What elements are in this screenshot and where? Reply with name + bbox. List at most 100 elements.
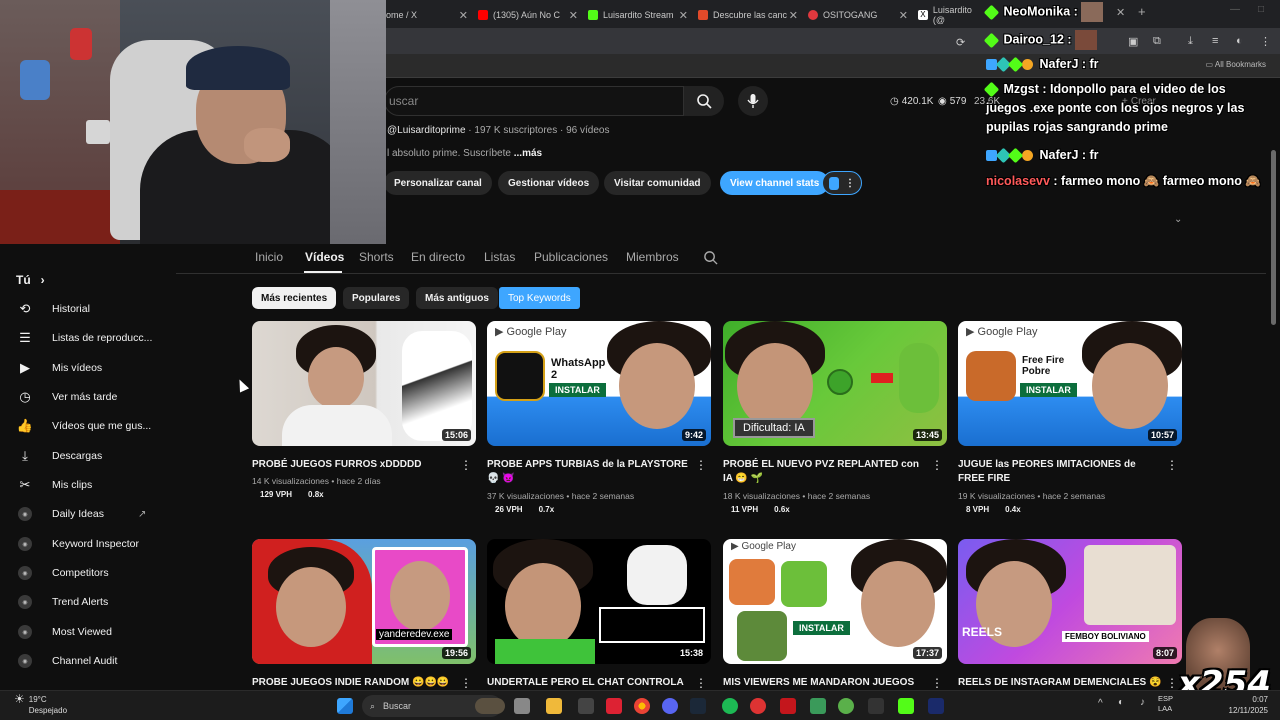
close-icon[interactable]: ✕ <box>569 9 578 22</box>
sun-icon: ☀ <box>14 692 25 706</box>
search-button[interactable] <box>684 86 724 116</box>
video-thumbnail[interactable]: 15:38 <box>487 539 711 664</box>
video-title[interactable]: MIS VIEWERS ME MANDARON JUEGOS <box>723 676 928 690</box>
sidebar-item-trend-alerts[interactable]: ◉ Trend Alerts <box>16 591 166 613</box>
close-icon[interactable]: ✕ <box>679 9 688 22</box>
tab-shorts[interactable]: Shorts <box>359 250 394 264</box>
manage-videos-button[interactable]: Gestionar vídeos <box>498 171 600 195</box>
sidebar-item-liked[interactable]: 👍 Vídeos que me gus... <box>16 415 166 437</box>
task-view-icon[interactable] <box>514 698 530 714</box>
clock[interactable]: 0:07 12/11/2025 <box>1229 694 1268 716</box>
video-thumbnail[interactable]: Dificultad: IA 13:45 <box>723 321 947 446</box>
filter-oldest[interactable]: Más antiguos <box>416 287 498 309</box>
channel-tabs: Inicio Vídeos Shorts En directo Listas P… <box>0 244 1280 272</box>
app-icon[interactable] <box>810 698 826 714</box>
browser-tab[interactable]: ome / X ✕ <box>380 4 468 26</box>
spotify-icon[interactable] <box>722 698 738 714</box>
sidebar-item-downloads[interactable]: ⤓ Descargas <box>16 445 166 467</box>
app-icon[interactable] <box>606 698 622 714</box>
voice-search-button[interactable] <box>738 86 768 116</box>
windows-start-icon[interactable] <box>337 698 353 714</box>
browser-tab[interactable]: Descubre las canc ✕ <box>692 4 798 26</box>
filter-top-keywords[interactable]: Top Keywords <box>499 287 580 309</box>
photoshop-icon[interactable] <box>928 698 944 714</box>
sidebar-item-most-viewed[interactable]: ◉ Most Viewed <box>16 621 166 643</box>
browser-tab[interactable]: X Luisardito (@ <box>912 4 986 26</box>
customize-channel-button[interactable]: Personalizar canal <box>384 171 492 195</box>
more-vert-icon[interactable]: ⋮ <box>695 458 707 472</box>
video-title[interactable]: REELS DE INSTAGRAM DEMENCIALES 😵 <box>958 676 1163 690</box>
search-input[interactable]: uscar <box>384 86 684 116</box>
sidebar: Tú › ⟲ Historial ☰ Listas de reproducc... … <box>0 244 176 690</box>
sidebar-item-history[interactable]: ⟲ Historial <box>16 298 166 320</box>
sidebar-item-competitors[interactable]: ◉ Competitors <box>16 562 166 584</box>
tab-videos[interactable]: Vídeos <box>305 250 344 264</box>
sidebar-item-channel-audit[interactable]: ◉ Channel Audit <box>16 650 166 672</box>
video-title[interactable]: JUGUE las PEORES IMITACIONES de FREE FIR… <box>958 458 1163 486</box>
tab-inicio[interactable]: Inicio <box>255 250 283 264</box>
weather-widget[interactable]: ☀ 19°C Despejado <box>14 692 67 716</box>
video-thumbnail[interactable]: 15:06 <box>252 321 476 446</box>
sidebar-item-keyword-inspector[interactable]: ◉ Keyword Inspector <box>16 533 166 555</box>
close-icon[interactable]: ✕ <box>789 9 798 22</box>
filter-popular[interactable]: Populares <box>343 287 410 309</box>
widget-icon[interactable] <box>475 698 505 714</box>
sidebar-item-clips[interactable]: ✂ Mis clips <box>16 474 166 496</box>
more-vert-icon[interactable]: ⋮ <box>931 676 943 690</box>
filter-recent[interactable]: Más recientes <box>252 287 337 309</box>
scrollbar-thumb[interactable] <box>1271 150 1276 325</box>
video-title[interactable]: PROBE APPS TURBIAS de la PLAYSTORE 💀 👿 <box>487 458 692 486</box>
sidebar-item-daily-ideas[interactable]: ◉ Daily Ideas ↗ <box>16 503 166 525</box>
more-vert-icon[interactable]: ⋮ <box>460 676 472 690</box>
sidebar-item-watch-later[interactable]: ◷ Ver más tarde <box>16 386 166 408</box>
file-explorer-icon[interactable] <box>546 698 562 714</box>
more-vert-icon[interactable]: ⋮ <box>1166 458 1178 472</box>
chevron-down-icon[interactable]: ⌄ <box>1174 214 1182 225</box>
browser-tab[interactable]: OSITOGANG ✕ <box>802 4 908 26</box>
video-title[interactable]: PROBE JUEGOS INDIE RANDOM 😀😀😀 <box>252 676 457 690</box>
search-icon[interactable] <box>703 250 718 265</box>
tab-en-directo[interactable]: En directo <box>411 250 465 264</box>
video-thumbnail[interactable]: yanderedev.exe 19:56 <box>252 539 476 664</box>
install-icon[interactable]: ⟳ <box>956 36 965 49</box>
microphone-icon[interactable]: ♪ <box>1140 697 1145 708</box>
tab-miembros[interactable]: Miembros <box>626 250 679 264</box>
app-icon[interactable] <box>868 698 884 714</box>
channel-description[interactable]: l absoluto prime. Suscríbete ...más <box>387 148 542 159</box>
visit-community-button[interactable]: Visitar comunidad <box>604 171 711 195</box>
extension-button[interactable]: ⋮ <box>822 171 862 195</box>
video-thumbnail[interactable]: ▶ Google Play INSTALAR 17:37 <box>723 539 947 664</box>
sidebar-you-header[interactable]: Tú › <box>16 269 166 291</box>
browser-tab[interactable]: Luisardito Stream ✕ <box>582 4 688 26</box>
opera-icon[interactable] <box>750 698 766 714</box>
app-icon[interactable] <box>578 698 594 714</box>
chat-message: NeoMonika : <box>983 2 1104 22</box>
sidebar-item-playlists[interactable]: ☰ Listas de reproducc... <box>16 327 166 349</box>
browser-tab[interactable]: (1305) Aún No C ✕ <box>472 4 578 26</box>
discord-icon[interactable] <box>662 698 678 714</box>
more-vert-icon[interactable]: ⋮ <box>460 458 472 472</box>
video-thumbnail[interactable]: ▶ Google Play Free Fire Pobre INSTALAR 1… <box>958 321 1182 446</box>
video-title[interactable]: PROBÉ EL NUEVO PVZ REPLANTED con IA 😁 🌱 <box>723 458 928 486</box>
language-indicator[interactable]: ESP LAA <box>1158 694 1173 714</box>
app-icon[interactable] <box>838 698 854 714</box>
close-icon[interactable]: ✕ <box>459 9 468 22</box>
chrome-icon[interactable] <box>634 698 650 714</box>
video-title[interactable]: PROBÉ JUEGOS FURROS xDDDDD <box>252 458 457 472</box>
chevron-up-icon[interactable]: ^ <box>1098 698 1103 709</box>
video-thumbnail[interactable]: REELS FEMBOY BOLIVIANO 8:07 <box>958 539 1182 664</box>
more-vert-icon[interactable]: ⋮ <box>695 676 707 690</box>
more-vert-icon[interactable]: ⋮ <box>931 458 943 472</box>
kick-icon[interactable] <box>898 698 914 714</box>
view-channel-stats-button[interactable]: View channel stats <box>720 171 830 195</box>
more-link[interactable]: ...más <box>514 148 542 159</box>
tab-listas[interactable]: Listas <box>484 250 515 264</box>
video-thumbnail[interactable]: ▶ Google Play WhatsApp 2 INSTALAR 9:42 <box>487 321 711 446</box>
tab-publicaciones[interactable]: Publicaciones <box>534 250 608 264</box>
steam-icon[interactable] <box>690 698 706 714</box>
sidebar-item-my-videos[interactable]: ▶ Mis vídeos <box>16 357 166 379</box>
acrobat-icon[interactable] <box>780 698 796 714</box>
video-vph: 26 VPH 0.7x <box>487 505 554 514</box>
app-icon[interactable]: ◐ <box>1118 697 1124 708</box>
close-icon[interactable]: ✕ <box>899 9 908 22</box>
